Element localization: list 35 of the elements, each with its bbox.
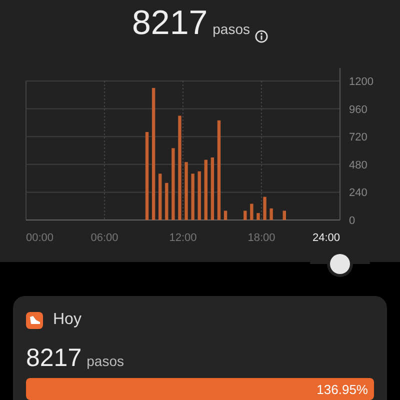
step-bar <box>263 196 266 220</box>
axis-label: 1200 <box>349 76 374 88</box>
axis-label: 0 <box>349 215 356 227</box>
step-bar <box>198 171 201 220</box>
step-bar <box>244 210 247 220</box>
step-bar <box>165 182 168 220</box>
slider-handle[interactable] <box>330 254 350 274</box>
axis-label: 12:00 <box>169 232 197 244</box>
step-bar <box>172 148 175 220</box>
axis-label: 00:00 <box>26 232 54 244</box>
step-bar <box>256 213 260 220</box>
step-count: 8217 <box>26 344 82 373</box>
axis-label: 720 <box>349 132 368 144</box>
step-count: 8217 <box>132 4 208 43</box>
step-bar <box>191 174 194 220</box>
step-bar <box>250 204 254 220</box>
step-bar <box>210 157 214 220</box>
axis-label: 960 <box>349 104 368 116</box>
axis-label: 06:00 <box>90 232 118 244</box>
step-bar <box>224 210 228 220</box>
step-bar <box>184 162 188 220</box>
unit-label: pasos <box>212 21 250 37</box>
axis-label: 24:00 <box>312 232 340 244</box>
unit-label: pasos <box>86 353 124 369</box>
progress-percentage: 136.95% <box>316 382 368 397</box>
step-bar <box>282 210 286 220</box>
step-bar <box>270 208 273 220</box>
step-bar <box>158 174 162 220</box>
info-icon[interactable] <box>255 30 268 42</box>
axis-label: 480 <box>349 159 368 172</box>
axis-label: 18:00 <box>248 232 276 244</box>
axis-label: 240 <box>349 187 368 200</box>
shoe-icon <box>26 312 43 328</box>
step-bar <box>204 160 208 220</box>
card-title: Hoy <box>53 311 82 329</box>
